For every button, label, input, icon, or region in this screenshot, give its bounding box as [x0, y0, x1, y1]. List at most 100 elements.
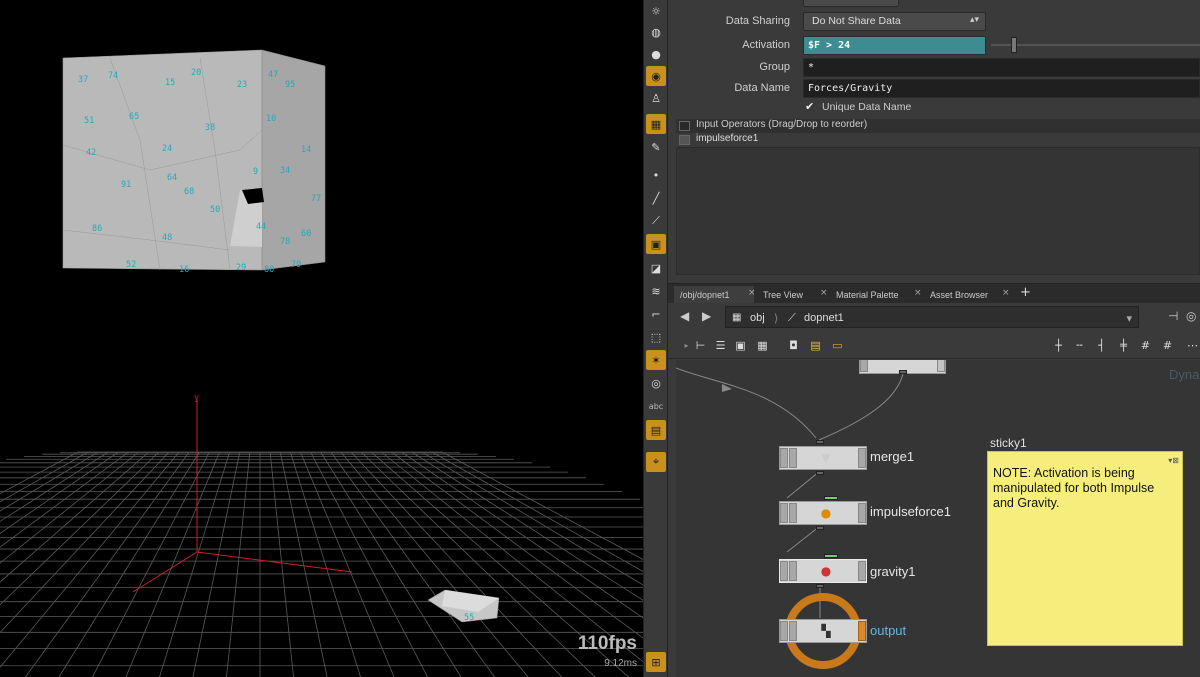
bypass-flag[interactable] — [780, 621, 788, 641]
image-icon[interactable]: ▣ — [734, 339, 747, 352]
list-icon[interactable]: ☰ — [714, 339, 727, 352]
activation-field[interactable]: $F > 24 — [803, 35, 986, 55]
node-gravity1[interactable]: ● — [779, 559, 867, 583]
close-icon[interactable]: × — [1002, 288, 1010, 298]
tab-tree-view[interactable]: Tree View — [757, 286, 825, 304]
sphere-icon[interactable]: ◍ — [646, 22, 666, 42]
unique-data-name-checkbox[interactable]: ✔ Unique Data Name — [805, 101, 911, 113]
output-connector[interactable] — [899, 370, 907, 374]
bulb-icon[interactable]: ● — [646, 44, 666, 64]
box-icon[interactable]: ▭ — [831, 339, 844, 352]
input-operators-list[interactable] — [676, 147, 1200, 275]
data-sharing-dropdown[interactable]: Do Not Share Data ▴▾ — [803, 11, 986, 31]
add-tab-icon[interactable]: + — [1020, 285, 1031, 300]
pin-icon[interactable]: ⊣ — [1168, 309, 1178, 323]
location-icon[interactable]: ⌖ — [646, 452, 666, 472]
close-icon[interactable]: × — [820, 288, 828, 298]
node-label-gravity1[interactable]: gravity1 — [870, 564, 916, 579]
wind-icon[interactable]: ≋ — [646, 281, 666, 301]
lightbulb-icon[interactable]: ☼ — [646, 1, 666, 21]
node-label-output[interactable]: output — [870, 623, 906, 638]
display-flag[interactable] — [937, 360, 945, 372]
sticky-controls-icon[interactable]: ▾⊠ — [1168, 453, 1179, 468]
display-flag[interactable] — [858, 448, 866, 468]
snap-icon[interactable]: ╪ — [1117, 339, 1130, 352]
group-field[interactable]: * — [803, 57, 1200, 77]
back-arrow-icon[interactable]: ◀ — [680, 309, 689, 323]
viewport-canvas[interactable]: y 37 74 15 20 23 47 95 51 65 38 10 42 24 14 91 64 68 9 34 7… — [0, 0, 643, 677]
angle-icon[interactable]: ⌐ — [646, 304, 666, 324]
node-output[interactable]: ▚ — [779, 619, 867, 643]
close-icon[interactable]: × — [748, 288, 756, 298]
forward-arrow-icon[interactable]: ▶ — [702, 309, 711, 323]
sponge-icon[interactable]: ◪ — [646, 258, 666, 278]
merge1-output-connector[interactable] — [816, 471, 824, 475]
path-dropdown-icon[interactable]: ▾ — [1126, 312, 1132, 325]
layout-icon[interactable]: ┼ — [1052, 339, 1065, 352]
grid-line — [0, 451, 160, 606]
network-path-field[interactable]: ▦ obj ⟩ ⟋ dopnet1 ▾ — [725, 306, 1139, 328]
display-flag[interactable] — [858, 561, 866, 581]
lock-flag[interactable] — [789, 621, 797, 641]
grid-icon[interactable]: # — [1161, 339, 1174, 352]
bypass-flag[interactable] — [780, 448, 788, 468]
camera-icon[interactable]: ✎ — [646, 137, 666, 157]
lock-flag[interactable] — [789, 448, 797, 468]
grid-icon[interactable]: ▦ — [646, 114, 666, 134]
tree-icon[interactable]: ⊢ — [694, 339, 707, 352]
align-vertical-icon[interactable]: ┤ — [1095, 339, 1108, 352]
data-name-field[interactable]: Forces/Gravity — [803, 78, 1200, 98]
link-icon[interactable]: ◎ — [1186, 309, 1196, 323]
lock-flag[interactable] — [789, 561, 797, 581]
node-label-merge1[interactable]: merge1 — [870, 449, 914, 464]
pen-icon[interactable]: ⟋ — [646, 211, 666, 231]
circle-icon[interactable]: ◎ — [646, 373, 666, 393]
more-icon[interactable]: ⋯ — [1186, 339, 1199, 352]
bypass-flag[interactable] — [780, 561, 788, 581]
display-icon[interactable]: ◘ — [787, 339, 800, 352]
input-operator-item[interactable]: impulseforce1 — [676, 133, 1200, 147]
tab-network[interactable]: /obj/dopnet1 — [674, 286, 754, 304]
node-merge1[interactable]: ▼ — [779, 446, 867, 470]
collapse-icon[interactable]: ▸ — [680, 339, 693, 352]
tab-material-palette[interactable]: Material Palette — [830, 286, 918, 304]
gravity1-output-connector[interactable] — [816, 584, 824, 588]
align-icon[interactable]: ╌ — [1073, 339, 1086, 352]
activation-slider-track[interactable] — [991, 44, 1200, 46]
pointer-icon[interactable]: ✶ — [646, 350, 666, 370]
node-impulseforce1[interactable]: ● — [779, 501, 867, 525]
display-flag[interactable] — [858, 621, 866, 641]
tab-asset-browser[interactable]: Asset Browser — [924, 286, 1004, 304]
bypass-flag[interactable] — [860, 360, 868, 372]
note-icon[interactable]: ▤ — [809, 339, 822, 352]
image-icon[interactable]: ▤ — [646, 420, 666, 440]
gravity1-input-connector[interactable] — [824, 554, 838, 558]
node-label-impulseforce1[interactable]: impulseforce1 — [870, 504, 951, 519]
impulseforce1-input-connector[interactable] — [824, 496, 838, 500]
tag-icon[interactable]: ▣ — [646, 234, 666, 254]
crumb-dopnet[interactable]: dopnet1 — [804, 312, 844, 324]
impulseforce1-output-connector[interactable] — [816, 526, 824, 530]
lock-flag[interactable] — [789, 503, 797, 523]
brush-icon[interactable]: ╱ — [646, 188, 666, 208]
sticky-text[interactable]: NOTE: Activation is being manipulated fo… — [993, 466, 1154, 510]
activation-slider-handle[interactable] — [1011, 37, 1017, 53]
grid-lines-icon[interactable]: # — [1139, 339, 1152, 352]
merge1-input-connector[interactable] — [816, 440, 824, 444]
person-icon[interactable]: ♙ — [646, 88, 666, 108]
display-flag[interactable] — [858, 503, 866, 523]
crumb-obj[interactable]: obj — [750, 312, 765, 324]
sticky-note[interactable]: ▾⊠ NOTE: Activation is being manipulated… — [987, 451, 1183, 646]
scene-viewport[interactable]: y 37 74 15 20 23 47 95 51 65 38 10 42 24 14 91 64 68 9 34 7… — [0, 0, 643, 677]
close-icon[interactable]: × — [914, 288, 922, 298]
select-icon[interactable]: ⬚ — [646, 327, 666, 347]
panel-icon[interactable]: ⊞ — [646, 652, 666, 672]
dot-icon[interactable]: • — [646, 165, 666, 185]
bypass-flag[interactable] — [780, 503, 788, 523]
pin-icon[interactable]: ◉ — [646, 66, 666, 86]
data-name-label: Data Name — [734, 82, 790, 94]
abc-label[interactable]: abc — [646, 396, 666, 416]
palette-icon[interactable]: ▦ — [756, 339, 769, 352]
sticky-title[interactable]: sticky1 — [990, 436, 1027, 450]
default-operation-dropdown[interactable]: ▾ — [803, 0, 899, 7]
